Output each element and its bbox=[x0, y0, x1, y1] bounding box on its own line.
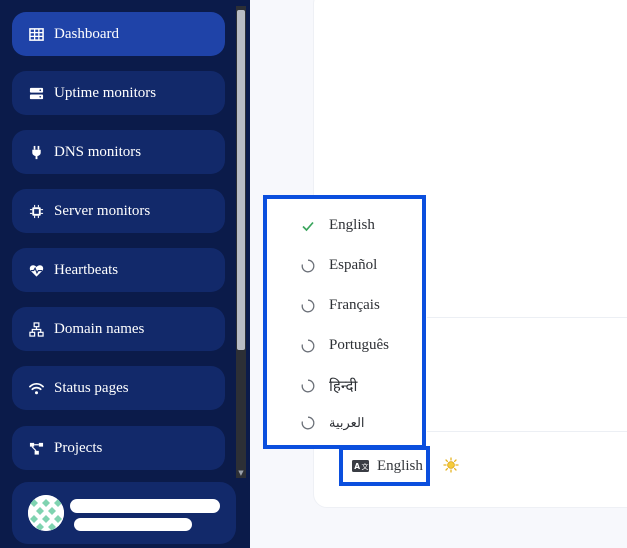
language-menu: English Español Français Português हिन्द… bbox=[263, 195, 426, 449]
sidebar-item-label: Dashboard bbox=[54, 25, 119, 42]
sidebar-item-label: Heartbeats bbox=[54, 261, 119, 278]
loading-circle-icon bbox=[301, 416, 315, 430]
sidebar-item-dns-monitors[interactable]: DNS monitors bbox=[12, 130, 225, 174]
svg-text:文: 文 bbox=[362, 462, 369, 471]
heartbeat-icon bbox=[28, 262, 44, 278]
language-option-label: English bbox=[329, 217, 375, 233]
sidebar-item-domain-names[interactable]: Domain names bbox=[12, 307, 225, 351]
sidebar-item-label: DNS monitors bbox=[54, 143, 142, 160]
server-icon bbox=[28, 85, 44, 101]
language-option-label: Português bbox=[329, 337, 389, 353]
loading-circle-icon bbox=[301, 259, 315, 273]
language-option-english[interactable]: English bbox=[301, 217, 375, 234]
wifi-icon bbox=[28, 380, 44, 396]
sidebar-item-label: Server monitors bbox=[54, 202, 151, 219]
sidebar-item-projects[interactable]: Projects bbox=[12, 426, 225, 470]
sidebar-item-heartbeats[interactable]: Heartbeats bbox=[12, 248, 225, 292]
language-option-label: العربية bbox=[329, 415, 365, 430]
sidebar-item-label: Status pages bbox=[54, 379, 129, 396]
loading-circle-icon bbox=[301, 299, 315, 313]
svg-text:A: A bbox=[354, 462, 360, 471]
loading-circle-icon bbox=[301, 379, 315, 393]
language-selector-button[interactable]: A文 English bbox=[339, 446, 430, 486]
sidebar-item-server-monitors[interactable]: Server monitors bbox=[12, 189, 225, 233]
grid-icon bbox=[28, 26, 44, 42]
user-name-placeholder bbox=[70, 499, 220, 513]
scrollbar-thumb[interactable] bbox=[237, 10, 245, 350]
language-option-hindi[interactable]: हिन्दी bbox=[301, 376, 357, 396]
sidebar-scrollbar[interactable]: ▼ bbox=[236, 6, 246, 478]
scroll-down-arrow-icon[interactable]: ▼ bbox=[237, 469, 245, 477]
user-email-placeholder bbox=[74, 518, 192, 531]
sidebar-item-status-pages[interactable]: Status pages bbox=[12, 366, 225, 410]
sidebar-item-dashboard[interactable]: Dashboard bbox=[12, 12, 225, 56]
avatar bbox=[28, 495, 64, 531]
language-option-french[interactable]: Français bbox=[301, 297, 380, 314]
translate-icon: A文 bbox=[352, 460, 369, 472]
sitemap-icon bbox=[28, 321, 44, 337]
user-profile-card[interactable] bbox=[12, 482, 236, 544]
sidebar-item-label: Projects bbox=[54, 439, 103, 456]
language-option-label: हिन्दी bbox=[329, 379, 358, 395]
language-option-spanish[interactable]: Español bbox=[301, 257, 377, 274]
language-option-portuguese[interactable]: Português bbox=[301, 337, 389, 354]
sun-icon[interactable] bbox=[443, 457, 459, 473]
cpu-icon bbox=[28, 203, 44, 219]
project-diagram-icon bbox=[28, 440, 44, 456]
current-language-label: English bbox=[377, 457, 423, 474]
plug-icon bbox=[28, 144, 44, 160]
sidebar-item-label: Domain names bbox=[54, 320, 145, 337]
loading-circle-icon bbox=[301, 339, 315, 353]
language-option-label: Français bbox=[329, 297, 380, 313]
sidebar: Dashboard Uptime monitors DNS monitors S… bbox=[0, 0, 250, 548]
language-option-arabic[interactable]: العربية bbox=[301, 415, 365, 431]
divider bbox=[427, 431, 627, 432]
check-icon bbox=[301, 219, 315, 233]
sidebar-item-uptime-monitors[interactable]: Uptime monitors bbox=[12, 71, 225, 115]
language-option-label: Español bbox=[329, 257, 378, 273]
sidebar-item-label: Uptime monitors bbox=[54, 84, 157, 101]
divider bbox=[427, 317, 627, 318]
